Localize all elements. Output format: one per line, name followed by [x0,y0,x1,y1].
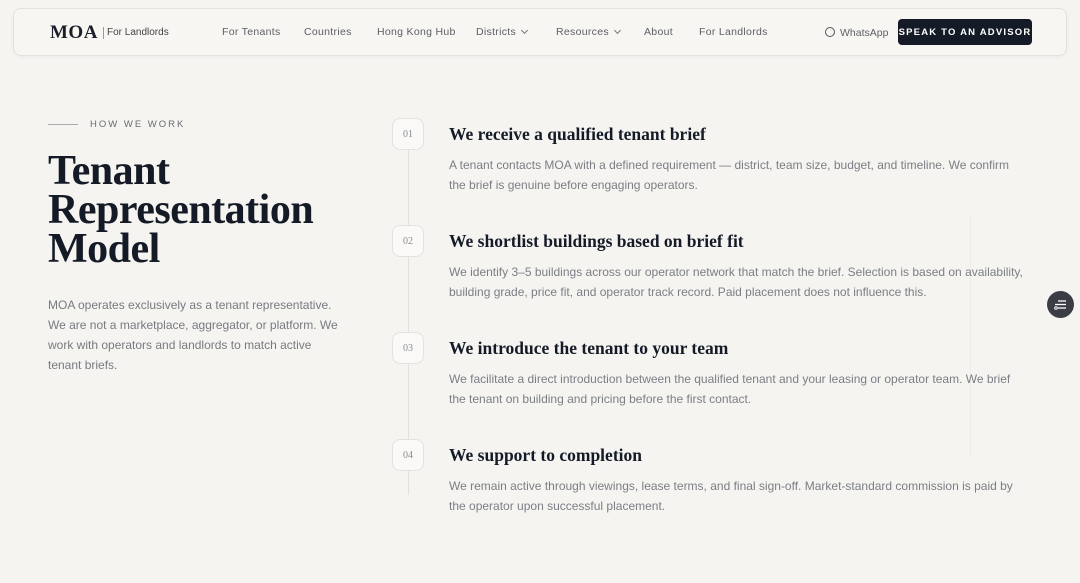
chevron-down-icon [613,26,621,35]
step-number: 01 [392,118,424,150]
whatsapp-link[interactable]: WhatsApp [825,26,888,39]
intro-text: MOA operates exclusively as a tenant rep… [48,298,338,372]
nav-hong-kong-hub[interactable]: Hong Kong Hub [377,26,456,38]
step-description: We facilitate a direct introduction betw… [449,372,1011,406]
nav-link-label: About [644,26,673,38]
nav-resources[interactable]: Resources [556,26,621,38]
chat-bubble-icon [825,27,835,37]
section-eyebrow: HOW WE WORK [90,119,186,130]
divider [970,215,971,455]
whatsapp-label: WhatsApp [840,27,889,39]
nav-districts[interactable]: Districts [476,26,529,38]
nav-for-landlords[interactable]: For Landlords [699,26,768,38]
step-title: We introduce the tenant to your team [449,338,729,358]
nav-link-label: Districts [476,26,517,38]
nav-about[interactable]: About [644,26,673,38]
nav-link-label: Countries [304,26,352,38]
step-title: We receive a qualified tenant brief [449,124,706,144]
top-navigation: MOA For Landlords For Tenants Countries … [13,8,1067,56]
step-description: We identify 3–5 buildings across our ope… [449,265,1023,299]
step-title: We support to completion [449,445,642,465]
step-title: We shortlist buildings based on brief fi… [449,231,744,251]
nav-link-label: Hong Kong Hub [377,26,456,38]
nav-link-label: For Tenants [222,26,281,38]
chevron-down-icon [520,26,529,35]
page-title: Tenant Representation Model [48,148,314,272]
step-description: We remain active through viewings, lease… [449,479,1013,513]
step-number: 04 [392,439,424,471]
step-number: 03 [392,332,424,364]
filter-list-icon [1054,300,1066,310]
nav-link-label: For Landlords [699,26,768,38]
floating-menu-button[interactable] [1047,291,1074,318]
logo-subtitle: For Landlords [103,27,169,39]
eyebrow-divider [48,124,78,125]
nav-countries[interactable]: Countries [304,26,352,38]
step-number: 02 [392,225,424,257]
logo[interactable]: MOA [50,22,98,44]
speak-to-advisor-button[interactable]: SPEAK TO AN ADVISOR [898,19,1032,45]
nav-link-label: Resources [556,26,609,38]
nav-for-tenants[interactable]: For Tenants [222,26,281,38]
step-description: A tenant contacts MOA with a defined req… [449,158,1010,192]
